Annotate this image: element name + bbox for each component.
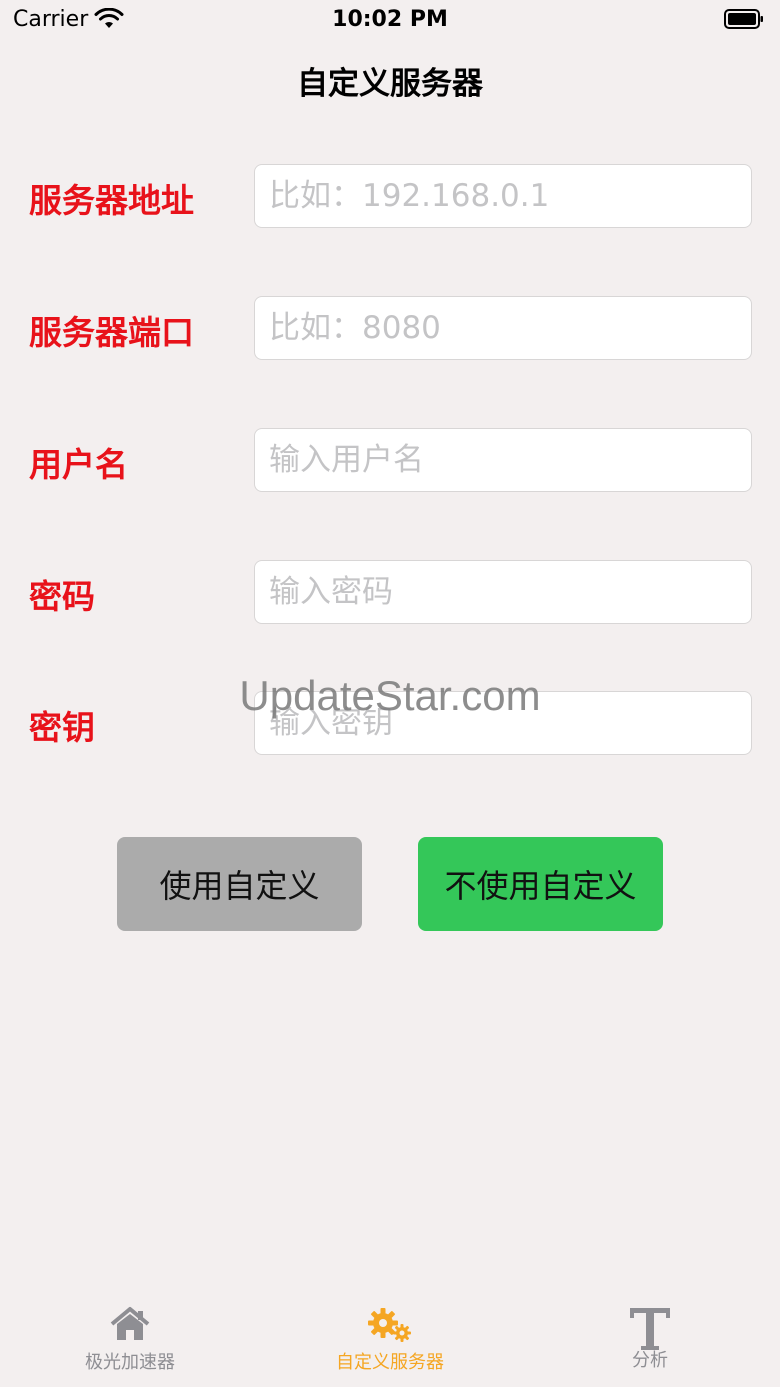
server-address-row: 服务器地址 xyxy=(0,164,780,228)
server-port-row: 服务器端口 xyxy=(0,296,780,360)
server-port-label: 服务器端口 xyxy=(29,313,194,352)
username-label: 用户名 xyxy=(29,445,128,484)
secret-key-label: 密钥 xyxy=(29,708,95,747)
gears-icon xyxy=(368,1308,411,1342)
username-input[interactable] xyxy=(254,428,752,492)
tab-accelerator[interactable]: 极光加速器 xyxy=(0,1292,260,1387)
no-custom-button[interactable]: 不使用自定义 xyxy=(418,837,663,931)
password-input[interactable] xyxy=(254,560,752,624)
tab-analysis-label: 分析 xyxy=(632,1350,668,1371)
status-bar: Carrier 10:02 PM xyxy=(0,0,780,40)
text-t-icon xyxy=(630,1308,670,1350)
secret-key-input[interactable] xyxy=(254,691,752,755)
tab-analysis[interactable]: 分析 xyxy=(520,1292,780,1387)
server-port-input[interactable] xyxy=(254,296,752,360)
tab-custom-server[interactable]: 自定义服务器 xyxy=(260,1292,520,1387)
battery-icon xyxy=(724,9,763,29)
tab-custom-server-label: 自定义服务器 xyxy=(336,1352,444,1373)
clock: 10:02 PM xyxy=(332,7,448,32)
page-title: 自定义服务器 xyxy=(297,66,483,102)
home-icon xyxy=(110,1307,150,1340)
server-address-label: 服务器地址 xyxy=(29,181,194,220)
server-address-input[interactable] xyxy=(254,164,752,228)
tab-accelerator-label: 极光加速器 xyxy=(85,1352,175,1373)
username-row: 用户名 xyxy=(0,428,780,492)
tab-bar: 极光加速器 自定义服务器 分析 xyxy=(0,1292,780,1387)
password-label: 密码 xyxy=(29,577,95,616)
secret-key-row: 密钥 xyxy=(0,691,780,755)
password-row: 密码 xyxy=(0,560,780,624)
use-custom-button[interactable]: 使用自定义 xyxy=(117,837,362,931)
